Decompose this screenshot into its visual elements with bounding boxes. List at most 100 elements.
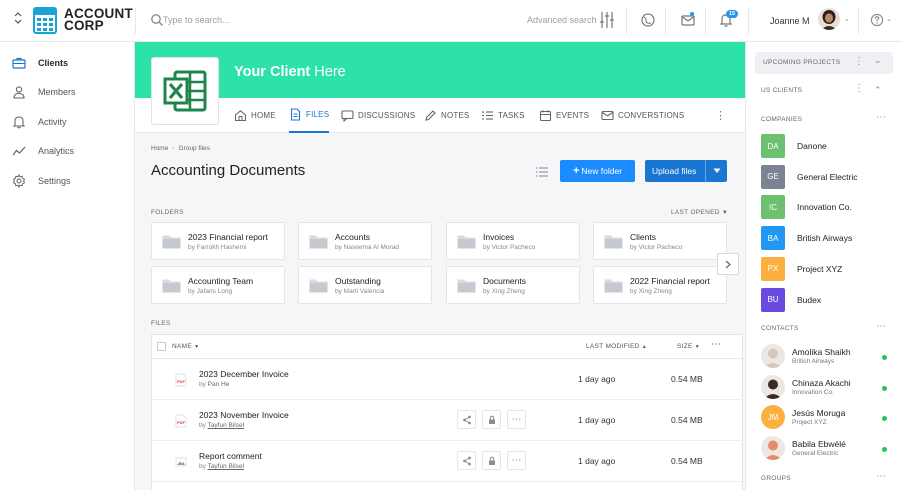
excel-logo-icon xyxy=(163,70,207,112)
company-item[interactable]: DA Danone xyxy=(761,134,827,158)
avatar: JM xyxy=(761,405,785,429)
chevron-up-icon[interactable]: ⌃ xyxy=(874,85,882,96)
sort-last-opened[interactable]: LAST OPENED ▼ xyxy=(671,209,728,216)
more-icon[interactable]: ⋮ xyxy=(854,83,864,94)
logo-text[interactable]: ACCOUNT CORP xyxy=(64,7,133,33)
upload-files-button[interactable]: Upload files xyxy=(645,160,727,182)
chevron-down-icon[interactable]: ⌄ xyxy=(844,15,850,23)
table-row[interactable]: PDF 2023 December Invoice by Pan He 1 day a… xyxy=(152,359,744,400)
sliders-icon[interactable] xyxy=(599,11,615,29)
sidebar-item-clients[interactable]: Clients xyxy=(12,54,127,72)
file-owner-link[interactable]: Tayfun Bilsel xyxy=(208,422,245,429)
file-name: 2023 December Invoice xyxy=(199,369,289,379)
divider xyxy=(135,8,136,34)
more-actions-button[interactable]: ⋯ xyxy=(507,451,526,470)
tab-home[interactable]: HOME xyxy=(234,98,276,133)
advanced-search-link[interactable]: Advanced search xyxy=(527,15,597,25)
calendar-icon xyxy=(539,110,552,122)
list-view-icon[interactable] xyxy=(535,166,549,178)
sidebar-item-label: Settings xyxy=(38,176,71,186)
search-input[interactable] xyxy=(163,12,363,28)
company-item[interactable]: BU Budex xyxy=(761,287,821,312)
chevron-up-down-icon[interactable] xyxy=(10,12,26,28)
share-button[interactable] xyxy=(457,410,476,429)
more-icon[interactable]: ⋯ xyxy=(876,321,886,332)
col-size-header[interactable]: SIZE ▼ xyxy=(677,343,700,350)
company-item[interactable]: PX Project XYZ xyxy=(761,256,842,281)
file-owner-link[interactable]: Tayfun Bilsel xyxy=(208,463,245,470)
company-item[interactable]: IC Innovation Co. xyxy=(761,195,852,220)
contact-item[interactable]: Babila Ebwélé General Electric xyxy=(761,435,893,462)
col-name-header[interactable]: NAME ▼ xyxy=(172,343,199,350)
file-icon xyxy=(290,108,301,121)
folder-card[interactable]: Outstanding by Marti Valencia xyxy=(298,266,432,304)
more-icon[interactable]: ⋮ xyxy=(715,109,726,122)
table-row[interactable]: Report comment by Tayfun Bilsel ⋯ 1 day ago… xyxy=(152,441,744,482)
chevron-down-icon[interactable] xyxy=(705,160,727,182)
share-icon xyxy=(462,456,471,465)
caret-up-icon: ▲ xyxy=(641,344,647,350)
more-actions-button[interactable]: ⋯ xyxy=(507,410,526,429)
breadcrumb-home[interactable]: Home xyxy=(151,145,168,152)
folder-card[interactable]: 2022 Financial report by Xing Zheng xyxy=(593,266,727,304)
folder-card[interactable]: Clients by Victor Pacheco xyxy=(593,222,727,260)
more-icon[interactable]: ⋯ xyxy=(876,471,886,482)
tab-events[interactable]: EVENTS xyxy=(539,98,589,133)
folder-name: Documents xyxy=(483,276,526,286)
upcoming-projects-header[interactable]: UPCOMING PROJECTS ⋮ ⌄ xyxy=(755,52,893,74)
sidebar-item-label: Analytics xyxy=(38,146,75,156)
logo-grid-icon[interactable] xyxy=(33,7,57,34)
lock-button[interactable] xyxy=(482,451,501,470)
folder-name: 2023 Financial report xyxy=(188,232,268,242)
folder-name: 2022 Financial report xyxy=(630,276,710,286)
sidebar-item-members[interactable]: Members xyxy=(12,83,127,101)
user-name[interactable]: Joanne M xyxy=(770,16,810,26)
col-modified-header[interactable]: LAST MODIFIED ▲ xyxy=(586,343,647,350)
sidebar-item-settings[interactable]: Settings xyxy=(12,172,127,190)
help-icon[interactable] xyxy=(870,13,884,27)
sidebar-item-analytics[interactable]: Analytics xyxy=(12,142,127,160)
company-item[interactable]: GE General Electric xyxy=(761,164,857,189)
more-icon[interactable]: ⋯ xyxy=(711,339,721,350)
breadcrumb: Home › Group files xyxy=(151,145,210,152)
folder-card[interactable]: Invoices by Victor Pacheco xyxy=(446,222,580,260)
files-table: NAME ▼ LAST MODIFIED ▲ SIZE ▼ ⋯ PDF 2023 … xyxy=(151,334,744,490)
breadcrumb-current[interactable]: Group files xyxy=(179,145,210,152)
caret-down-icon: ▼ xyxy=(694,344,701,350)
sidebar-item-activity[interactable]: Activity xyxy=(12,113,127,131)
tab-tasks[interactable]: TASKS xyxy=(481,98,525,133)
share-button[interactable] xyxy=(457,451,476,470)
globe-icon[interactable] xyxy=(640,12,656,28)
next-folders-button[interactable] xyxy=(717,253,739,275)
contact-item[interactable]: Amolika Shaikh British Airways xyxy=(761,344,893,370)
contact-item[interactable]: JM Jesús Moruga Project XYZ xyxy=(761,405,893,431)
select-all-checkbox[interactable] xyxy=(157,342,166,351)
folder-owner: by Victor Pacheco xyxy=(630,244,683,251)
chevron-down-icon[interactable]: ⌄ xyxy=(874,55,882,66)
chat-icon xyxy=(341,110,354,122)
avatar xyxy=(761,374,785,399)
contact-item[interactable]: Chinaza Akachi Innovation Co. xyxy=(761,374,893,401)
more-icon[interactable]: ⋮ xyxy=(854,56,864,67)
folder-card[interactable]: Accounting Team by Jafaris Long xyxy=(151,266,285,304)
file-owner-link: Pan He xyxy=(207,381,230,388)
home-icon xyxy=(234,110,247,122)
caret-down-icon: ▼ xyxy=(721,210,729,216)
more-icon[interactable]: ⋯ xyxy=(876,112,886,123)
new-folder-button[interactable]: + New folder xyxy=(560,160,635,182)
tab-files[interactable]: FILES xyxy=(289,98,330,133)
avatar[interactable] xyxy=(818,8,840,30)
folder-card[interactable]: 2023 Financial report by Farrokh Hashemi xyxy=(151,222,285,260)
table-row[interactable]: PDF 2023 November Invoice by Tayfun Bilsel… xyxy=(152,400,744,441)
folder-card[interactable]: Documents by Xing Zheng xyxy=(446,266,580,304)
chevron-down-icon[interactable]: ⌄ xyxy=(886,15,892,23)
tab-converstions[interactable]: CONVERSTIONS xyxy=(601,98,684,133)
folder-card[interactable]: Accounts by Naseema Al Morad xyxy=(298,222,432,260)
company-item[interactable]: BA British Airways xyxy=(761,226,852,251)
file-name: Report comment xyxy=(199,451,262,461)
file-owner: by Pan He xyxy=(199,381,229,388)
contact-name: Chinaza Akachi xyxy=(792,377,851,388)
tab-notes[interactable]: NOTES xyxy=(424,98,470,133)
tab-discussions[interactable]: DISCUSSIONS xyxy=(341,98,415,133)
lock-button[interactable] xyxy=(482,410,501,429)
